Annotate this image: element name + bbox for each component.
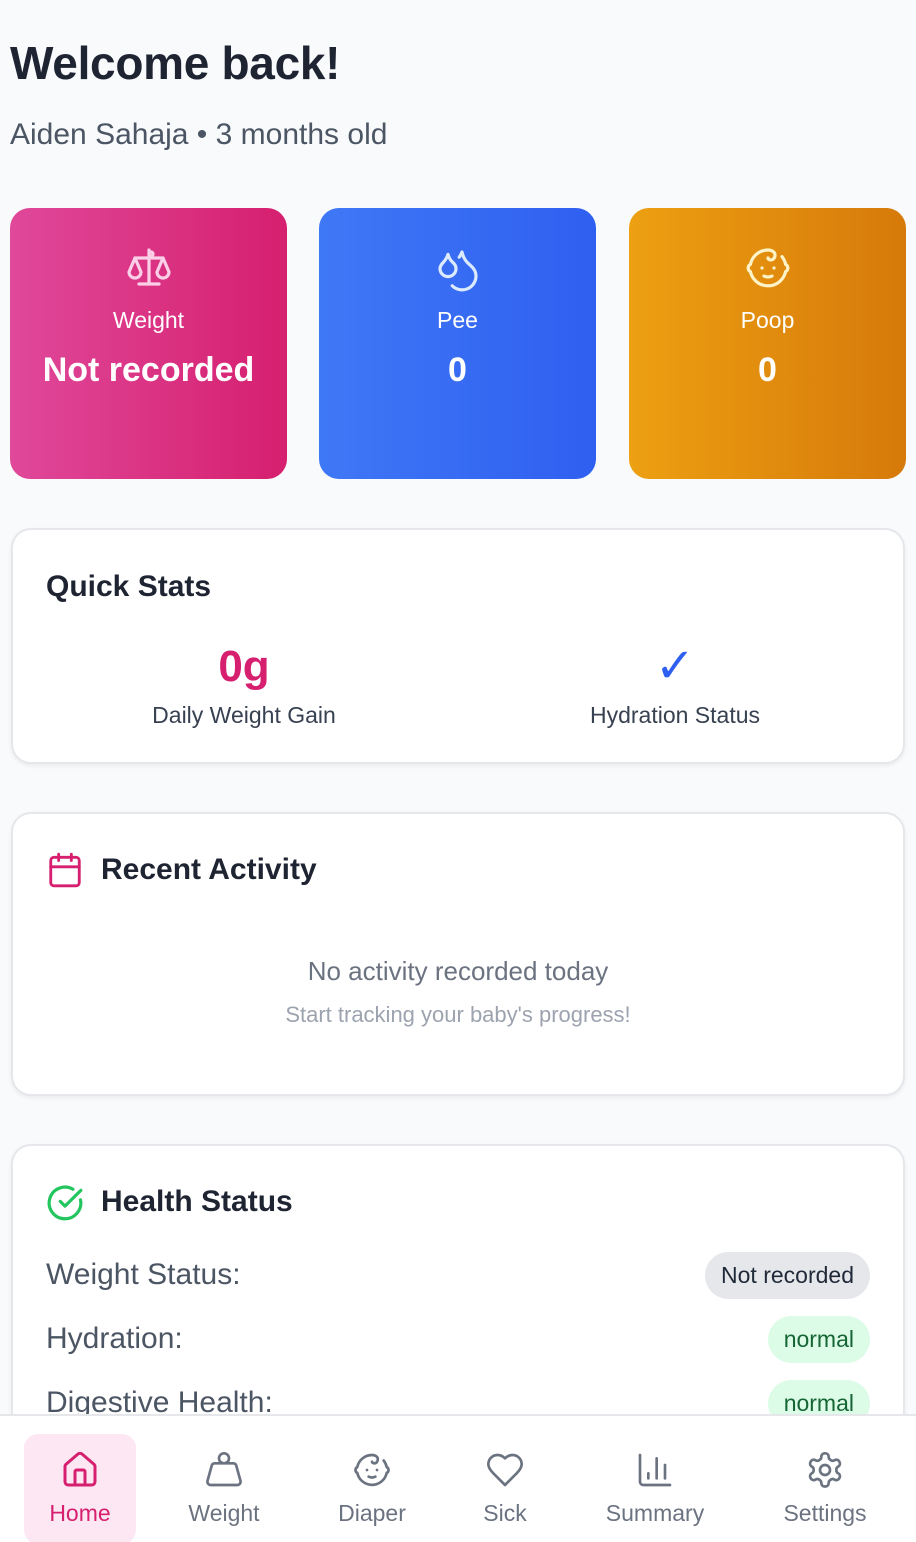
baby-face-icon — [629, 244, 906, 292]
nav-home-label: Home — [49, 1500, 111, 1526]
daily-weight-gain-label: Daily Weight Gain — [152, 702, 336, 728]
recent-activity-title: Recent Activity — [101, 853, 317, 886]
nav-home[interactable]: Home — [24, 1434, 136, 1542]
daily-weight-gain-value: 0g — [218, 642, 270, 691]
recent-activity-panel: Recent Activity No activity recorded tod… — [11, 812, 905, 1096]
droplets-icon — [319, 244, 596, 292]
nav-weight-label: Weight — [188, 1500, 260, 1526]
page-title: Welcome back! — [10, 37, 341, 89]
poop-card[interactable]: Poop 0 — [629, 208, 906, 479]
hydration-check-icon: ✓ — [654, 640, 696, 693]
calendar-icon — [46, 851, 84, 894]
dashboard-page: Welcome back! Aiden Sahaja • 3 months ol… — [0, 0, 916, 1542]
weight-card-label: Weight — [112, 307, 185, 333]
pee-card-label: Pee — [437, 307, 478, 333]
nav-sick-label: Sick — [483, 1500, 527, 1526]
pee-card-value: 0 — [448, 351, 467, 389]
nav-summary[interactable]: Summary — [599, 1434, 711, 1542]
empty-activity-message: No activity recorded today — [307, 956, 609, 986]
empty-activity-hint: Start tracking your baby's progress! — [285, 1002, 631, 1027]
weight-card[interactable]: Weight Not recorded — [10, 208, 287, 479]
bar-chart-icon — [599, 1450, 711, 1490]
home-icon — [24, 1450, 136, 1490]
gear-icon — [769, 1450, 881, 1490]
scale-icon — [10, 244, 287, 292]
nav-diaper-label: Diaper — [338, 1500, 406, 1526]
quick-stats-title: Quick Stats — [46, 570, 212, 603]
bottom-nav: Home Weight Diaper Sick Summary Settings — [0, 1414, 916, 1542]
hydration-label: Hydration: — [46, 1322, 183, 1355]
nav-diaper[interactable]: Diaper — [316, 1434, 428, 1542]
weight-status-badge: Not recorded — [705, 1252, 870, 1299]
poop-card-value: 0 — [758, 351, 777, 389]
weight-card-value: Not recorded — [42, 351, 255, 389]
quick-stats-panel: Quick Stats 0g Daily Weight Gain ✓ Hydra… — [11, 528, 905, 764]
hydration-status-label: Hydration Status — [589, 702, 761, 728]
poop-card-label: Poop — [740, 307, 795, 333]
hydration-badge: normal — [767, 1316, 870, 1363]
nav-settings[interactable]: Settings — [769, 1434, 881, 1542]
weight-icon — [168, 1450, 280, 1490]
nav-sick[interactable]: Sick — [449, 1434, 561, 1542]
nav-settings-label: Settings — [783, 1500, 867, 1526]
health-status-title: Health Status — [101, 1185, 293, 1218]
nav-weight[interactable]: Weight — [168, 1434, 280, 1542]
nav-summary-label: Summary — [605, 1500, 705, 1526]
heart-icon — [449, 1450, 561, 1490]
baby-face-icon — [316, 1450, 428, 1490]
weight-status-label: Weight Status: — [46, 1258, 241, 1291]
pee-card[interactable]: Pee 0 — [319, 208, 596, 479]
baby-subtitle: Aiden Sahaja • 3 months old — [10, 118, 388, 151]
check-circle-icon — [46, 1184, 84, 1227]
